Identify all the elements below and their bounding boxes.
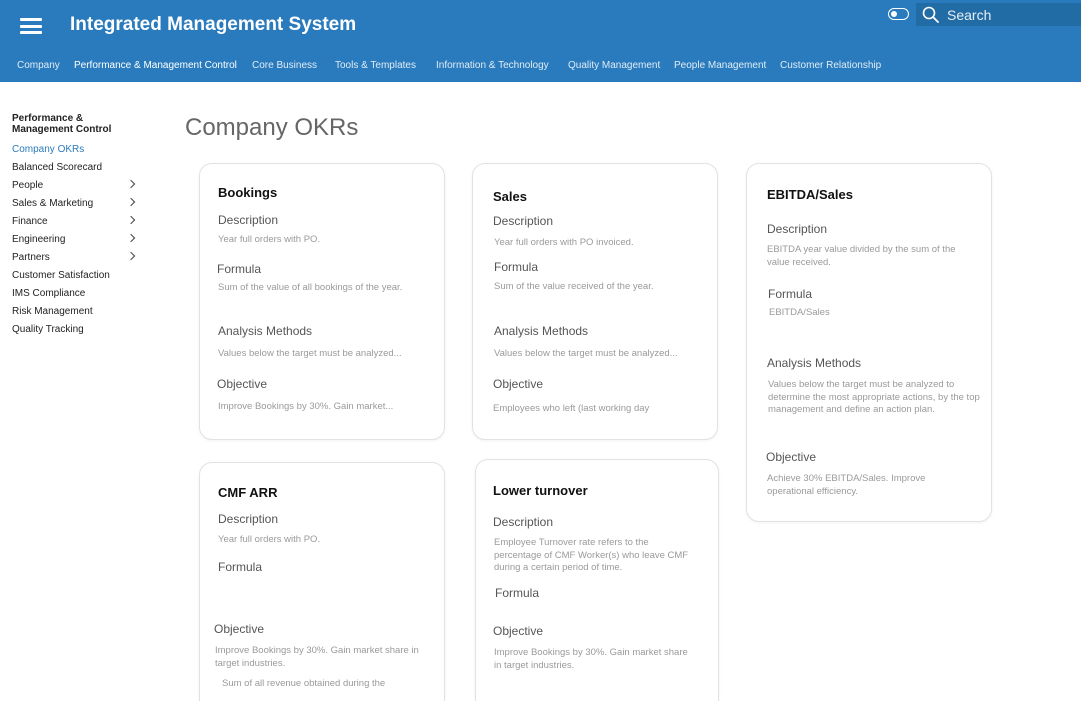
objective-text: Achieve 30% EBITDA/Sales. Improve operat… <box>767 473 926 497</box>
sidebar: Performance & Management Control Company… <box>12 113 142 341</box>
formula-label: Formula <box>217 262 262 276</box>
sidebar-item-label: Engineering <box>12 234 66 245</box>
hamburger-menu-icon[interactable] <box>20 18 42 34</box>
okr-card-ebitda-sales[interactable]: EBITDA/Sales Description EBITDA year val… <box>746 163 992 522</box>
objective-text: Employees who left (last working day <box>493 403 650 414</box>
card-title: Lower turnover <box>493 483 588 498</box>
okr-card-lower-turnover[interactable]: Lower turnover Description Employee Turn… <box>475 459 719 701</box>
formula-label: Formula <box>768 287 813 301</box>
formula-text: Sum of the value received of the year. <box>494 281 654 292</box>
description-label: Description <box>218 512 279 526</box>
analysis-label: Analysis Methods <box>218 324 313 338</box>
nav-item-company[interactable]: Company <box>17 60 60 71</box>
chevron-right-icon <box>126 251 136 261</box>
card-title: CMF ARR <box>218 485 278 500</box>
nav-item-tools-templates[interactable]: Tools & Templates <box>335 60 416 71</box>
app-title: Integrated Management System <box>70 14 357 35</box>
sidebar-item-ims-compliance[interactable]: IMS Compliance <box>12 287 142 305</box>
analysis-text: Values below the target must be analyzed… <box>494 348 678 359</box>
description-label: Description <box>767 222 828 236</box>
description-text: Year full orders with PO invoiced. <box>494 237 634 248</box>
description-label: Description <box>493 515 554 529</box>
sidebar-item-label: Company OKRs <box>12 144 85 155</box>
objective-label: Objective <box>214 622 265 636</box>
sidebar-item-label: People <box>12 180 44 191</box>
page-title: Company OKRs <box>185 114 359 141</box>
formula-label: Formula <box>218 560 263 574</box>
description-label: Description <box>493 214 554 228</box>
card-title: EBITDA/Sales <box>767 187 853 202</box>
sidebar-heading: Performance & Management Control <box>12 113 112 135</box>
sidebar-item-label: Customer Satisfaction <box>12 270 110 281</box>
search-input[interactable] <box>947 6 1067 23</box>
description-text: Year full orders with PO. <box>218 234 321 245</box>
chevron-right-icon <box>126 197 136 207</box>
nav-item-customer-relationship[interactable]: Customer Relationship <box>780 60 881 71</box>
objective-label: Objective <box>493 624 544 638</box>
sidebar-item-label: Risk Management <box>12 306 93 317</box>
card-title: Bookings <box>218 185 278 200</box>
description-label: Description <box>218 213 279 227</box>
sidebar-item-customer-satisfaction[interactable]: Customer Satisfaction <box>12 269 142 287</box>
sidebar-item-company-okrs[interactable]: Company OKRs <box>12 143 142 161</box>
objective-text: Improve Bookings by 30%. Gain market sha… <box>215 645 419 669</box>
description-text: Employee Turnover rate refers to the per… <box>494 537 689 573</box>
search-box[interactable] <box>916 3 1081 26</box>
description-text: Year full orders with PO. <box>218 534 321 545</box>
formula-label: Formula <box>494 260 539 274</box>
sidebar-item-label: Sales & Marketing <box>12 198 94 209</box>
analysis-label: Analysis Methods <box>494 324 589 338</box>
analysis-text: Values below the target must be analyzed… <box>218 348 402 359</box>
chevron-right-icon <box>126 179 136 189</box>
okr-card-bookings[interactable]: Bookings Description Year full orders wi… <box>199 163 445 440</box>
formula-text: Sum of the value of all bookings of the … <box>218 282 403 293</box>
objective-text: Improve Bookings by 30%. Gain market... <box>218 401 394 412</box>
objective-label: Objective <box>766 450 817 464</box>
nav-item-core-business[interactable]: Core Business <box>252 60 317 71</box>
top-header: Integrated Management System Company Per… <box>0 0 1081 82</box>
nav-item-performance-management-control[interactable]: Performance & Management Control <box>74 60 237 71</box>
card-title: Sales <box>493 189 527 204</box>
sidebar-item-engineering[interactable]: Engineering <box>12 233 142 251</box>
sidebar-item-quality-tracking[interactable]: Quality Tracking <box>12 323 142 341</box>
sidebar-item-sales-marketing[interactable]: Sales & Marketing <box>12 197 142 215</box>
sidebar-item-label: Partners <box>12 252 50 263</box>
sidebar-item-label: Quality Tracking <box>12 324 84 335</box>
nav-item-quality-management[interactable]: Quality Management <box>568 60 660 71</box>
chevron-right-icon <box>126 233 136 243</box>
sidebar-item-label: Balanced Scorecard <box>12 162 103 173</box>
sidebar-item-label: Finance <box>12 216 48 227</box>
description-text: EBITDA year value divided by the sum of … <box>767 244 956 268</box>
sidebar-item-partners[interactable]: Partners <box>12 251 142 269</box>
okr-card-cmf-arr[interactable]: CMF ARR Description Year full orders wit… <box>199 462 445 701</box>
sidebar-item-finance[interactable]: Finance <box>12 215 142 233</box>
formula-text: EBITDA/Sales <box>769 307 830 318</box>
chevron-right-icon <box>126 215 136 225</box>
objective-text: Improve Bookings by 30%. Gain market sha… <box>494 647 688 671</box>
sidebar-item-people[interactable]: People <box>12 179 142 197</box>
analysis-text: Values below the target must be analyzed… <box>768 379 980 415</box>
nav-item-people-management[interactable]: People Management <box>674 60 766 71</box>
formula-label: Formula <box>495 586 540 600</box>
theme-toggle[interactable] <box>888 8 909 20</box>
objective-label: Objective <box>493 377 544 391</box>
nav-item-information-technology[interactable]: Information & Technology <box>436 60 549 71</box>
analysis-label: Analysis Methods <box>767 356 862 370</box>
objective-label: Objective <box>217 377 268 391</box>
sidebar-item-risk-management[interactable]: Risk Management <box>12 305 142 323</box>
sidebar-item-label: IMS Compliance <box>12 288 86 299</box>
toggle-knob-icon <box>890 10 897 17</box>
extra-text: Sum of all revenue obtained during the <box>222 678 386 689</box>
sidebar-item-balanced-scorecard[interactable]: Balanced Scorecard <box>12 161 142 179</box>
search-icon <box>922 6 939 23</box>
okr-card-sales[interactable]: Sales Description Year full orders with … <box>472 163 718 440</box>
